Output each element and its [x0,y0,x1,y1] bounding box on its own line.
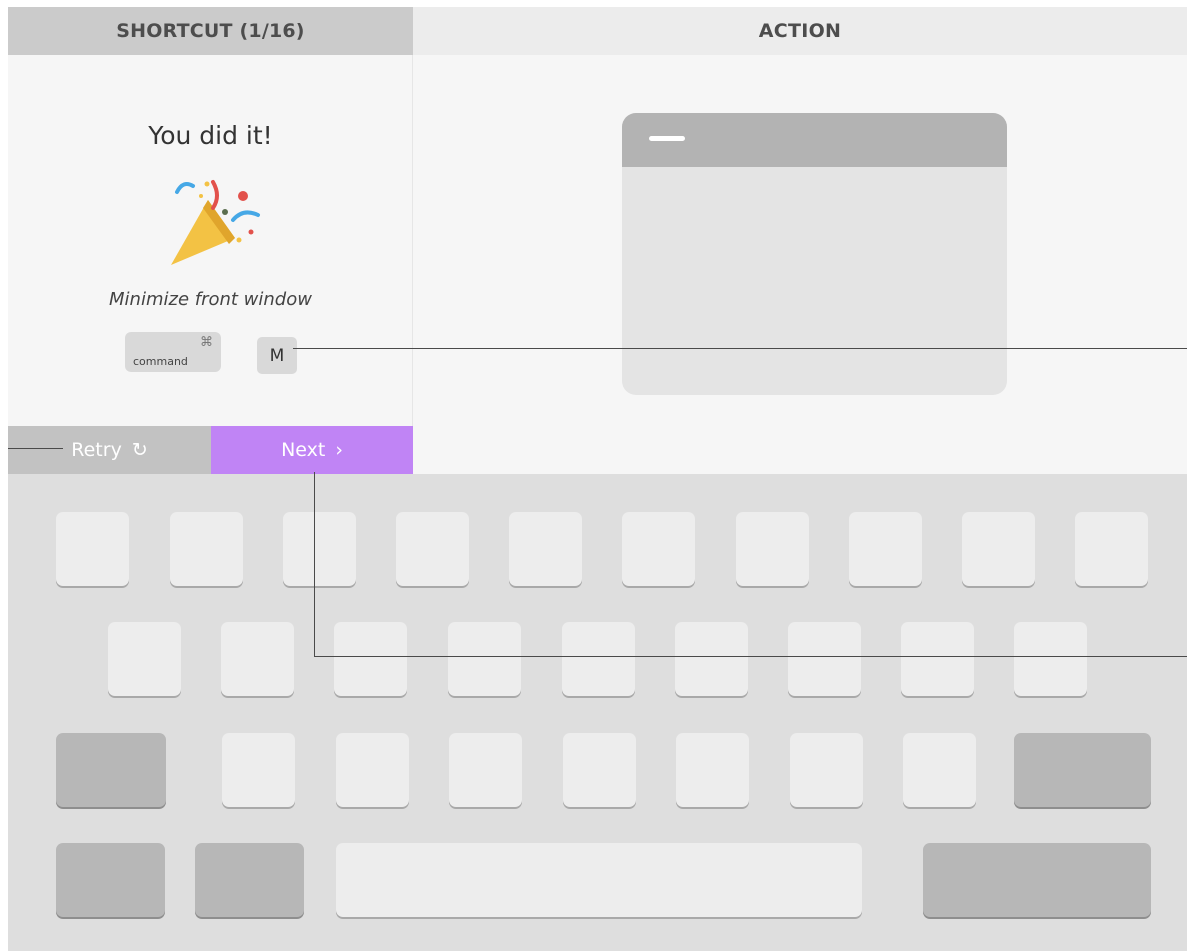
callout-line-next-vertical [314,472,315,656]
keyboard-key [1075,512,1148,586]
keyboard-key [675,622,748,696]
callout-line-next-horizontal [314,656,1187,657]
keyboard-key [622,512,695,586]
keyboard-key [56,512,129,586]
keyboard-key [1014,622,1087,696]
letter-key: M [257,337,297,374]
keyboard-key [108,622,181,696]
keyboard-key-modifier [195,843,304,917]
keyboard-key [676,733,749,807]
keyboard-key [509,512,582,586]
keyboard-key [283,512,356,586]
window-titlebar [622,113,1007,167]
next-button[interactable]: Next › [211,426,413,474]
keyboard-key [903,733,976,807]
keyboard-key-modifier [923,843,1151,917]
keyboard-key [334,622,407,696]
retry-label: Retry [71,439,122,461]
keyboard-key [170,512,243,586]
keyboard-key [336,733,409,807]
next-label: Next [281,439,326,461]
chevron-right-icon: › [335,439,343,461]
keyboard-key [790,733,863,807]
tab-shortcut[interactable]: SHORTCUT (1/16) [8,7,413,55]
keyboard-key [736,512,809,586]
keyboard-key [396,512,469,586]
callout-line-retry [8,448,63,449]
keyboard-key [449,733,522,807]
minimize-icon [649,136,685,141]
action-panel [413,55,1187,474]
keyboard-key [788,622,861,696]
party-popper-icon [171,180,260,265]
keyboard-key [563,733,636,807]
callout-line-key [293,348,1187,349]
keyboard-key-modifier [56,843,165,917]
tab-action[interactable]: ACTION [413,7,1187,55]
command-key: ⌘ command [125,332,221,372]
keyboard-key-modifier [56,733,166,807]
keyboard-key [901,622,974,696]
keyboard-key [962,512,1035,586]
command-key-label: command [133,355,188,368]
app: SHORTCUT (1/16) ACTION You did it! Minim… [8,7,1187,951]
command-icon: ⌘ [200,335,213,350]
keyboard-key [448,622,521,696]
tab-shortcut-label: SHORTCUT (1/16) [116,20,305,42]
keyboard-key [562,622,635,696]
keyboard-key-modifier [1014,733,1151,807]
window-illustration [622,113,1007,395]
keyboard-key [849,512,922,586]
keyboard-spacebar [336,843,862,917]
success-title: You did it! [148,121,273,150]
letter-key-label: M [269,345,285,366]
keyboard-key [221,622,294,696]
refresh-icon: ↻ [131,439,148,461]
keyboard-key [222,733,295,807]
shortcut-panel: You did it! Minimize front window ⌘ comm… [8,55,413,426]
tab-action-label: ACTION [758,20,842,42]
shortcut-description: Minimize front window [109,289,312,310]
retry-button[interactable]: Retry ↻ [8,426,211,474]
keyboard [8,474,1187,951]
